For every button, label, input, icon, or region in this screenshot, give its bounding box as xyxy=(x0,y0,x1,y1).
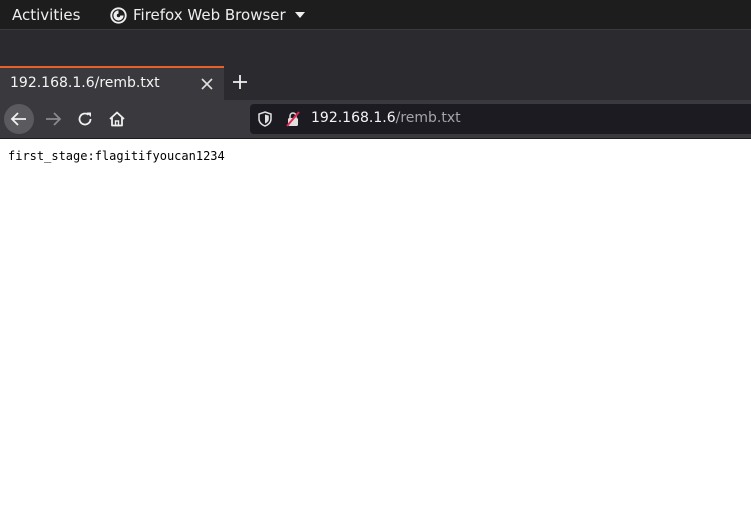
tab-title: 192.168.1.6/remb.txt xyxy=(10,75,160,91)
home-button[interactable] xyxy=(102,104,132,134)
address-bar[interactable]: 192.168.1.6/remb.txt xyxy=(250,104,751,134)
url-text[interactable]: 192.168.1.6/remb.txt xyxy=(311,110,461,126)
system-top-bar: Activities Firefox Web Browser xyxy=(0,0,751,29)
chevron-down-icon xyxy=(294,12,305,18)
tab-active[interactable]: 192.168.1.6/remb.txt xyxy=(0,66,224,100)
activities-button[interactable]: Activities xyxy=(12,6,80,24)
forward-button[interactable] xyxy=(38,104,68,134)
back-button[interactable] xyxy=(4,104,34,134)
insecure-lock-icon[interactable] xyxy=(286,111,300,127)
firefox-icon xyxy=(110,6,127,24)
plain-text-content: first_stage:flagitifyoucan1234 xyxy=(8,149,225,163)
tab-strip: 192.168.1.6/remb.txt xyxy=(0,66,751,100)
page-content: first_stage:flagitifyoucan1234 xyxy=(0,140,751,521)
forward-arrow-icon xyxy=(46,112,62,126)
app-menu[interactable]: Firefox Web Browser xyxy=(110,6,306,24)
window-title-bar xyxy=(0,29,751,66)
reload-icon xyxy=(78,112,92,126)
back-arrow-icon xyxy=(10,112,26,126)
reload-button[interactable] xyxy=(70,104,100,134)
url-host: 192.168.1.6 xyxy=(311,110,396,126)
close-icon[interactable] xyxy=(200,77,214,91)
new-tab-plus-icon[interactable] xyxy=(231,73,249,91)
app-name-label: Firefox Web Browser xyxy=(133,6,286,24)
url-path: /remb.txt xyxy=(395,110,461,126)
shield-icon[interactable] xyxy=(258,111,272,127)
home-icon xyxy=(109,111,125,127)
navigation-toolbar: 192.168.1.6/remb.txt xyxy=(0,100,751,139)
